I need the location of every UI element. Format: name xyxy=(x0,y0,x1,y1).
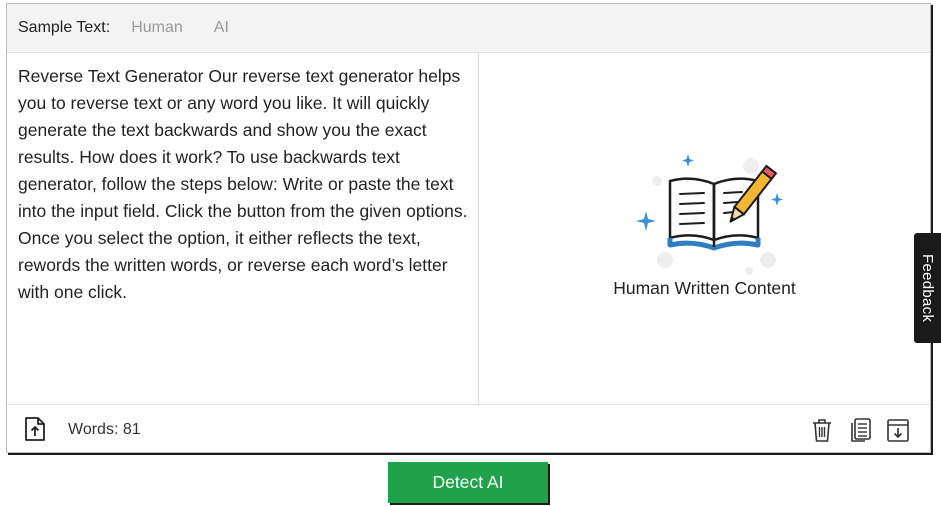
word-count: Words: 81 xyxy=(68,421,141,438)
result-area: Human Written Content xyxy=(479,53,930,404)
download-icon[interactable] xyxy=(886,417,910,443)
sample-human-option[interactable]: Human xyxy=(131,19,183,37)
trash-icon[interactable] xyxy=(810,417,834,443)
book-pencil-icon xyxy=(624,148,784,278)
copy-icon[interactable] xyxy=(848,417,872,443)
detector-panel: Sample Text: Human AI Reverse Text Gener… xyxy=(6,3,931,453)
feedback-label: Feedback xyxy=(919,253,936,323)
input-text[interactable]: Reverse Text Generator Our reverse text … xyxy=(18,63,470,306)
content-area: Reverse Text Generator Our reverse text … xyxy=(7,53,930,404)
footer-toolbar: Words: 81 xyxy=(7,404,930,453)
sample-text-label: Sample Text: xyxy=(18,19,111,36)
text-input-area[interactable]: Reverse Text Generator Our reverse text … xyxy=(7,53,479,404)
sample-text-bar: Sample Text: Human AI xyxy=(7,4,930,53)
sample-ai-option[interactable]: AI xyxy=(214,19,229,37)
feedback-tab[interactable]: Feedback xyxy=(914,233,941,343)
detect-ai-button[interactable]: Detect AI xyxy=(388,462,548,503)
upload-icon[interactable] xyxy=(23,416,47,442)
result-label: Human Written Content xyxy=(613,278,796,298)
